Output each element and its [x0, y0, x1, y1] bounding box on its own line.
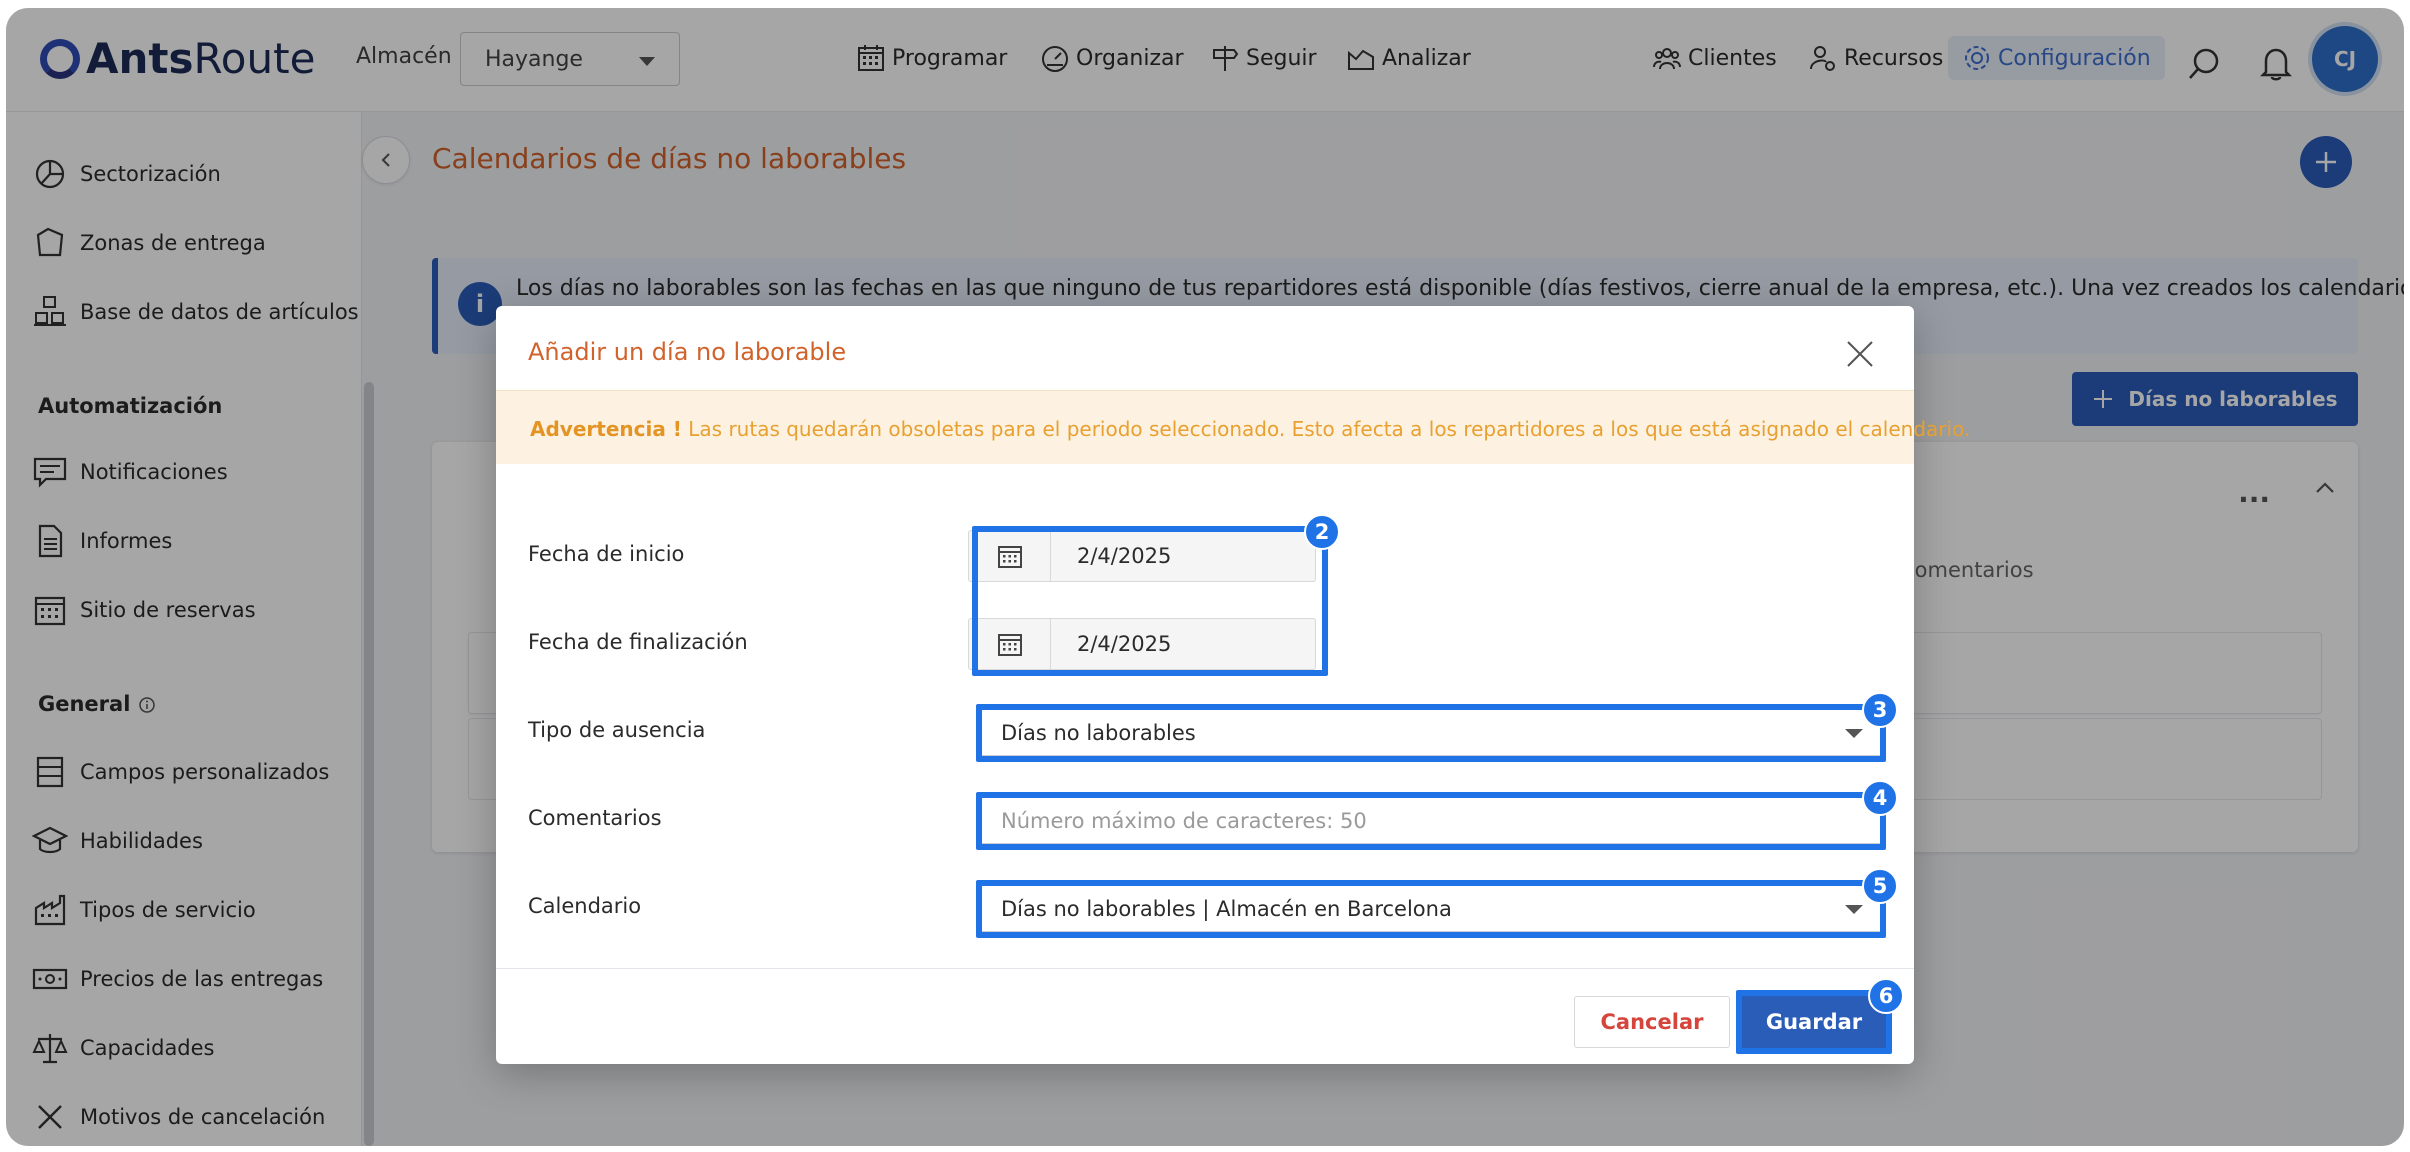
step-badge: 6: [1868, 978, 1904, 1014]
warning-text: Las rutas quedarán obsoletas para el per…: [688, 417, 1971, 441]
warning-banner: Advertencia ! Las rutas quedarán obsolet…: [496, 390, 1970, 464]
step-badge: 5: [1862, 868, 1898, 904]
cancel-button[interactable]: Cancelar: [1574, 996, 1730, 1048]
absence-type-label: Tipo de ausencia: [528, 718, 706, 742]
step-badge: 4: [1862, 780, 1898, 816]
close-icon: [1847, 341, 1873, 367]
warning-title: Advertencia !: [530, 417, 682, 441]
step-highlight-dates: [972, 526, 1328, 676]
end-date-label: Fecha de finalización: [528, 630, 748, 654]
calendar-label: Calendario: [528, 894, 642, 918]
step-badge: 2: [1304, 514, 1340, 550]
close-dialog-button[interactable]: [1842, 336, 1878, 372]
comments-label: Comentarios: [528, 806, 662, 830]
app-window: AntsRoute Almacén Hayange Programar Orga…: [6, 8, 2404, 1146]
dialog-footer-divider: [496, 968, 1914, 969]
add-non-working-day-dialog: Añadir un día no laborable Advertencia !…: [496, 306, 1970, 1064]
start-date-label: Fecha de inicio: [528, 542, 685, 566]
step-highlight-type: [976, 704, 1886, 762]
step-highlight-comments: [976, 792, 1886, 850]
step-highlight-calendar: [976, 880, 1886, 938]
step-badge: 3: [1862, 692, 1898, 728]
dialog-title: Añadir un día no laborable: [528, 338, 847, 366]
